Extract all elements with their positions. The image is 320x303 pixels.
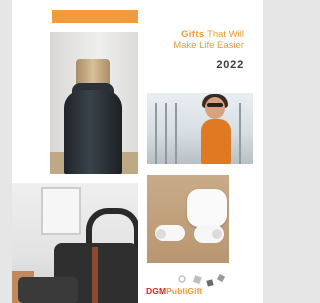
accent-bar: [52, 10, 138, 23]
logo-text: DGMPubliGift: [146, 286, 202, 296]
logo-publigift: PubliGift: [166, 286, 203, 296]
brand-logo: DGMPubliGift: [144, 270, 254, 303]
cover-year: 2022: [216, 59, 244, 71]
earbuds-photo: [147, 175, 229, 263]
title-line2: Make Life Easier: [173, 40, 244, 51]
catalog-cover: Gifts That Will Make Life Easier 2022 DG…: [12, 0, 263, 303]
cover-title: Gifts That Will Make Life Easier: [148, 29, 244, 51]
woman-photo: [147, 93, 253, 164]
title-bold: Gifts: [180, 29, 205, 40]
bottle-photo: [50, 32, 138, 174]
logo-dgm: DGM: [146, 286, 167, 296]
bag-photo: [12, 183, 138, 303]
title-rest: That Will: [207, 29, 244, 40]
